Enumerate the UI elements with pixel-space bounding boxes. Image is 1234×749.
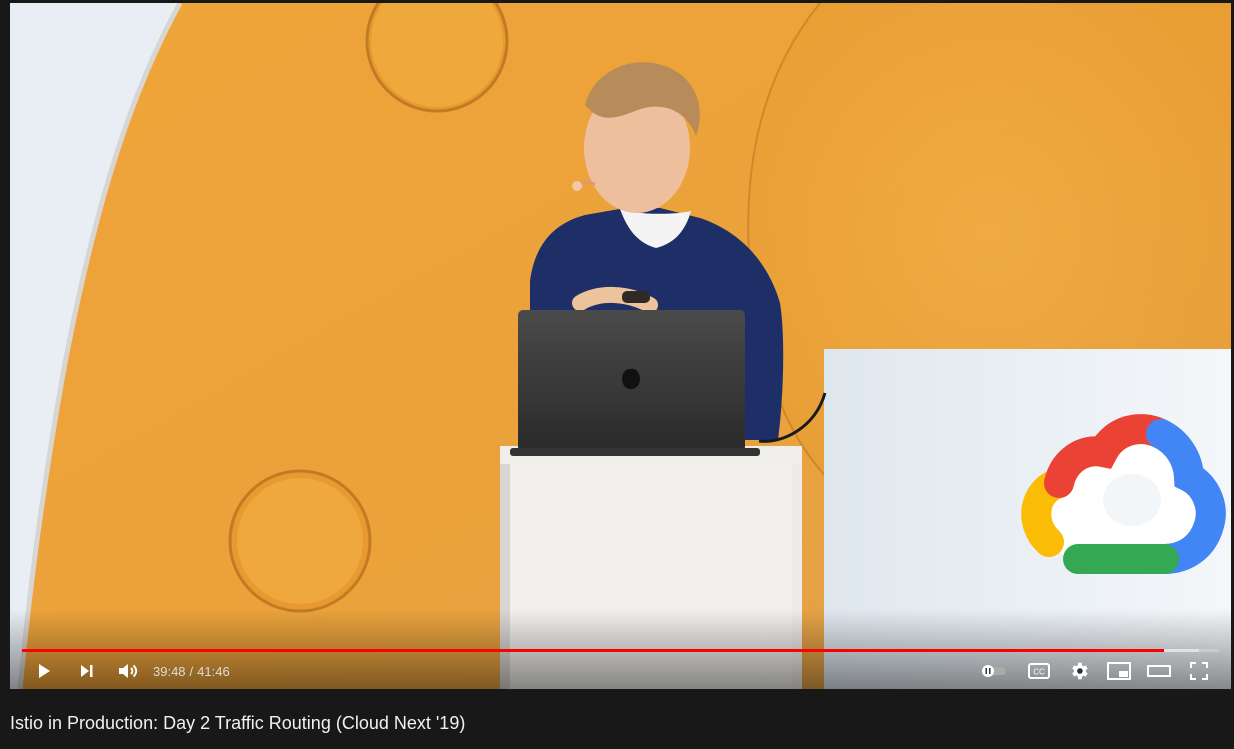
video-frame bbox=[10, 3, 1231, 689]
captions-icon: CC bbox=[1028, 663, 1050, 679]
logo-panel bbox=[824, 349, 1231, 689]
play-button[interactable] bbox=[26, 653, 62, 689]
miniplayer-button[interactable] bbox=[1101, 653, 1137, 689]
settings-button[interactable] bbox=[1061, 653, 1097, 689]
laptop bbox=[510, 310, 760, 456]
current-time: 39:48 bbox=[153, 663, 186, 679]
youtube-watch-page: 39:48 / 41:46 CC Istio in Production: Da… bbox=[0, 0, 1234, 749]
volume-button[interactable] bbox=[109, 653, 145, 689]
play-icon bbox=[39, 664, 50, 678]
miniplayer-icon bbox=[1107, 662, 1131, 680]
next-icon bbox=[81, 665, 93, 677]
next-button[interactable] bbox=[69, 653, 105, 689]
progress-played bbox=[22, 649, 1164, 652]
time-separator: / bbox=[189, 663, 194, 679]
lower-disc-decoration bbox=[228, 469, 372, 613]
volume-icon bbox=[119, 664, 138, 678]
captions-label: CC bbox=[1033, 668, 1045, 677]
video-title: Istio in Production: Day 2 Traffic Routi… bbox=[10, 713, 466, 733]
theater-mode-icon bbox=[1147, 665, 1171, 677]
theater-mode-button[interactable] bbox=[1141, 653, 1177, 689]
time-display: 39:48 / 41:46 bbox=[153, 653, 230, 689]
autoplay-toggle-icon bbox=[982, 665, 1006, 677]
autoplay-toggle[interactable] bbox=[976, 653, 1012, 689]
video-player[interactable]: 39:48 / 41:46 CC bbox=[10, 3, 1231, 689]
settings-icon bbox=[1072, 662, 1088, 680]
fullscreen-icon bbox=[1190, 662, 1208, 680]
captions-button[interactable]: CC bbox=[1021, 653, 1057, 689]
duration: 41:46 bbox=[197, 663, 230, 679]
fullscreen-button[interactable] bbox=[1181, 653, 1217, 689]
player-control-bar: 39:48 / 41:46 CC bbox=[10, 653, 1231, 689]
